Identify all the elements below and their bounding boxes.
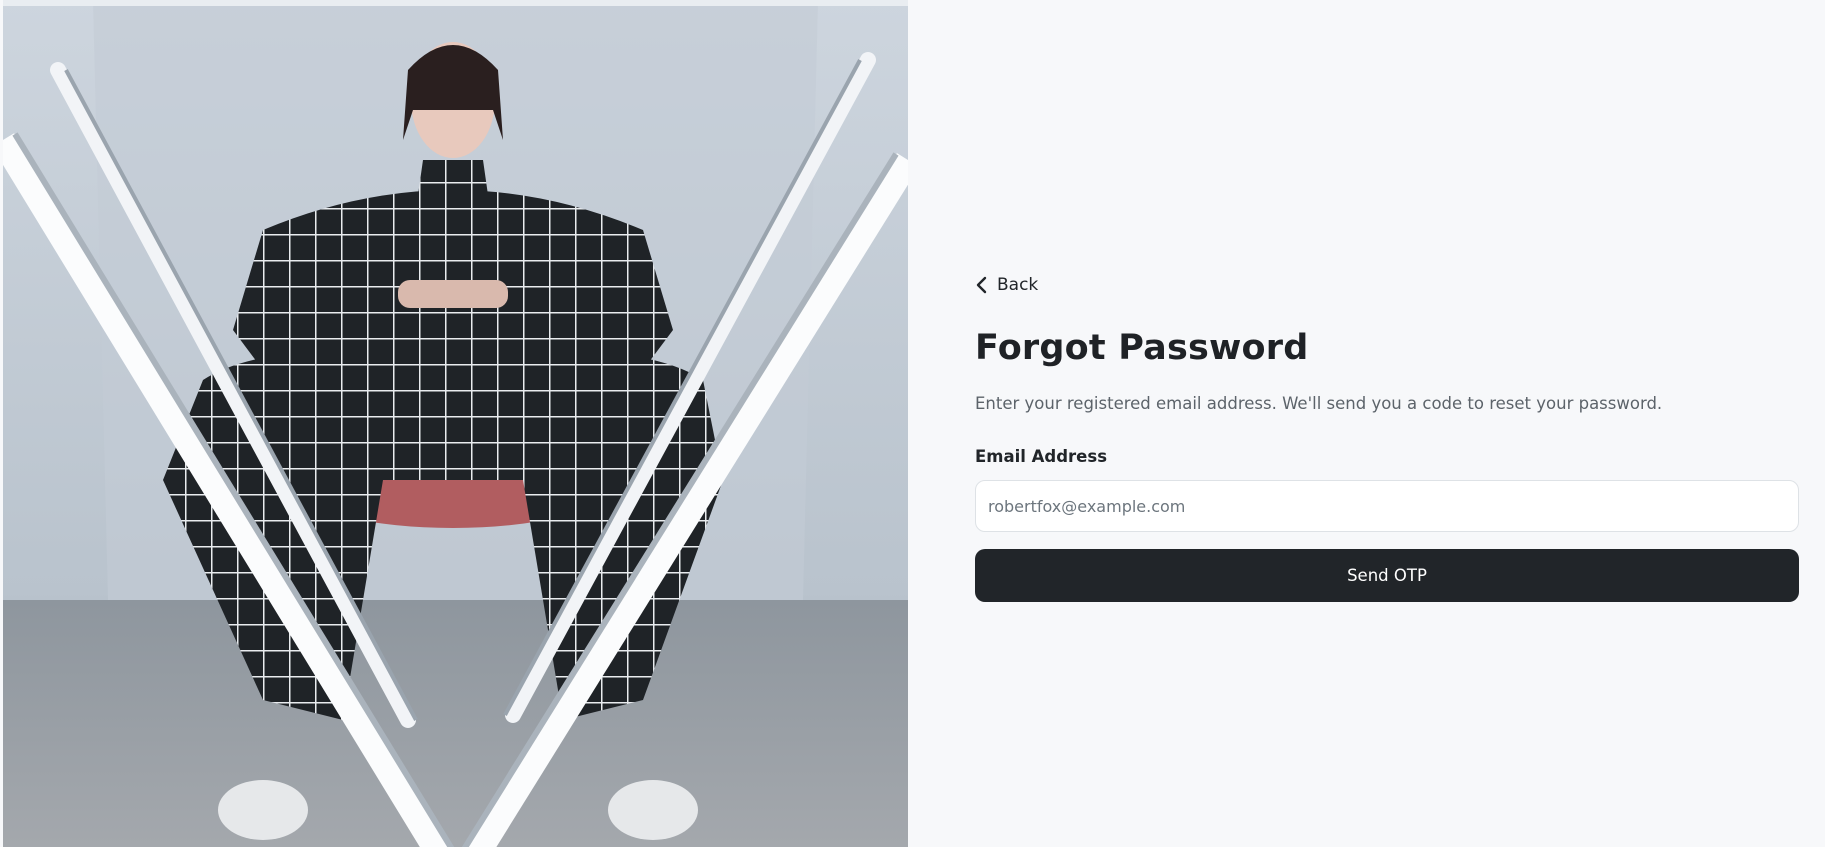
email-label: Email Address bbox=[975, 447, 1108, 466]
page-title: Forgot Password bbox=[975, 328, 1309, 368]
hero-image bbox=[3, 0, 908, 847]
back-link[interactable]: Back bbox=[975, 275, 1038, 295]
page-subtitle: Enter your registered email address. We'… bbox=[975, 394, 1663, 413]
back-label: Back bbox=[997, 275, 1039, 295]
forgot-password-form: Back Forgot Password Enter your register… bbox=[975, 0, 1800, 847]
forgot-password-page: Back Forgot Password Enter your register… bbox=[0, 0, 1825, 847]
email-field[interactable] bbox=[975, 480, 1799, 532]
send-otp-button[interactable]: Send OTP bbox=[975, 549, 1799, 602]
hero-photo bbox=[3, 0, 908, 847]
chevron-left-icon bbox=[975, 275, 991, 295]
